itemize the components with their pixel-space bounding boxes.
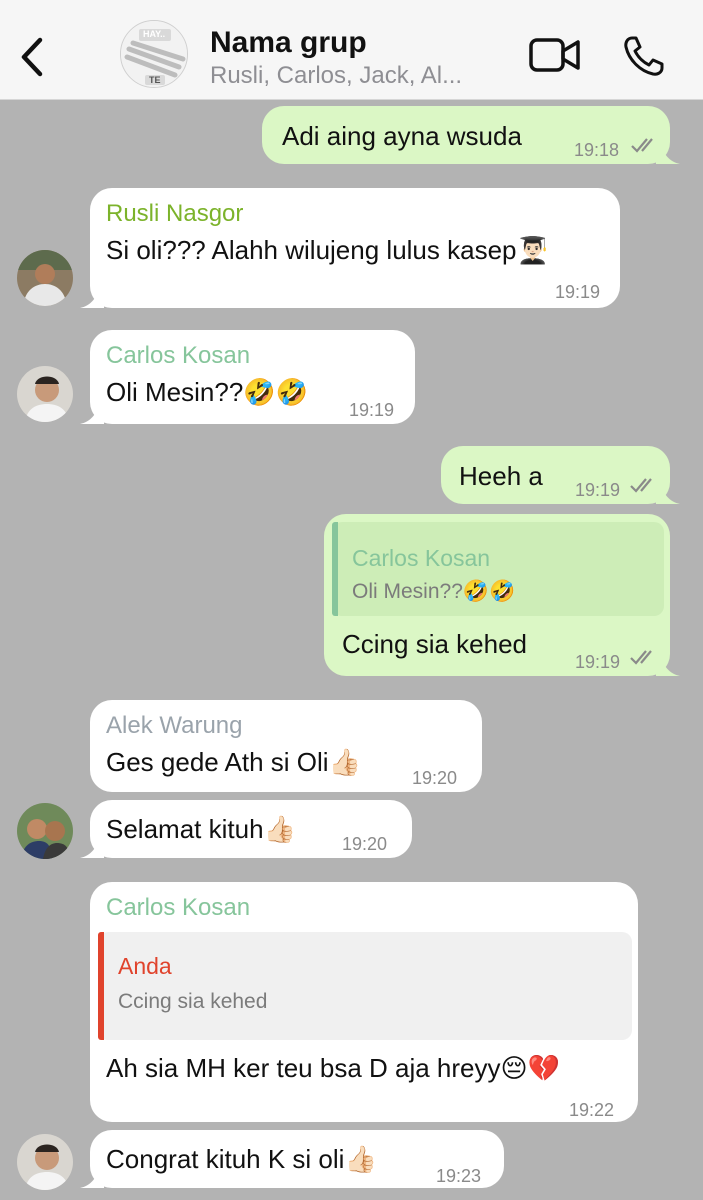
message-time: 19:23: [436, 1166, 482, 1186]
message-text: Ah sia MH ker teu bsa D aja hreyy😔💔: [106, 1053, 560, 1083]
message-time: 19:20: [342, 834, 388, 854]
quoted-sender: Carlos Kosan: [352, 545, 491, 571]
message-text: Si oli??? Alahh wilujeng lulus kasep👨🏻‍🎓: [106, 235, 549, 265]
message-bubble-incoming[interactable]: Selamat kituh👍🏻 19:20: [80, 800, 412, 858]
message-bubble-incoming[interactable]: Carlos Kosan Anda Ccing sia kehed Ah sia…: [90, 882, 638, 1122]
message-bubble-incoming[interactable]: Congrat kituh K si oli👍🏻 19:23: [80, 1130, 504, 1188]
quoted-message[interactable]: Anda Ccing sia kehed: [98, 932, 632, 1040]
bubble-tail: [656, 652, 680, 676]
bubble-tail: [80, 400, 104, 424]
sender-name[interactable]: Rusli Nasgor: [106, 198, 243, 230]
message-text: Heeh a: [459, 461, 543, 491]
avatar[interactable]: [17, 250, 73, 306]
double-check-icon: [630, 650, 652, 665]
message-text: Congrat kituh K si oli👍🏻: [106, 1144, 377, 1174]
message-text: Adi aing ayna wsuda: [282, 121, 522, 151]
sender-name[interactable]: Carlos Kosan: [106, 892, 250, 924]
message-time: 19:19: [575, 480, 621, 500]
phone-icon: [624, 36, 664, 76]
group-avatar[interactable]: HAY.. TE: [120, 20, 188, 88]
back-button[interactable]: [14, 32, 50, 82]
video-call-button[interactable]: [528, 36, 582, 76]
group-avatar-text-top: HAY..: [143, 29, 166, 39]
bubble-tail: [656, 480, 680, 504]
message-time: 19:22: [569, 1100, 615, 1120]
double-check-icon: [631, 138, 653, 153]
message-bubble-outgoing[interactable]: Adi aing ayna wsuda 19:18: [262, 106, 680, 164]
bubble-tail: [80, 1164, 104, 1188]
group-title[interactable]: Nama grup: [210, 26, 367, 60]
message-time: 19:19: [555, 282, 601, 302]
message-text: Ges gede Ath si Oli👍🏻: [106, 747, 361, 777]
sender-name[interactable]: Carlos Kosan: [106, 340, 250, 372]
bubble-tail: [80, 834, 104, 858]
quote-bar: [98, 932, 104, 1040]
quote-bar: [332, 522, 338, 616]
message-time: 19:18: [574, 140, 620, 160]
user-photo-icon: [17, 1134, 73, 1190]
bubble-tail: [80, 284, 104, 308]
group-members-subtitle[interactable]: Rusli, Carlos, Jack, Al...: [210, 62, 510, 90]
quoted-message[interactable]: Carlos Kosan Oli Mesin??🤣🤣: [332, 522, 664, 616]
group-avatar-text-bottom: TE: [149, 75, 161, 85]
message-time: 19:19: [349, 400, 395, 420]
message-bubble-outgoing[interactable]: Heeh a 19:19: [441, 446, 680, 504]
voice-call-button[interactable]: [622, 34, 666, 78]
message-time: 19:19: [575, 652, 621, 672]
user-photo-icon: [17, 250, 73, 306]
message-bubble-incoming[interactable]: Rusli Nasgor Si oli??? Alahh wilujeng lu…: [80, 188, 620, 308]
message-text: Selamat kituh👍🏻: [106, 814, 296, 844]
user-photo-icon: [17, 803, 73, 859]
message-text: Ccing sia kehed: [342, 629, 527, 659]
video-camera-icon: [529, 38, 580, 72]
message-text: Oli Mesin??🤣🤣: [106, 377, 309, 407]
double-check-icon: [630, 478, 652, 493]
message-bubble-incoming[interactable]: Alek Warung Ges gede Ath si Oli👍🏻 19:20: [90, 700, 482, 792]
chevron-left-icon: [21, 37, 43, 77]
quoted-text: Oli Mesin??🤣🤣: [352, 580, 516, 603]
message-time: 19:20: [412, 768, 458, 788]
message-bubble-incoming[interactable]: Carlos Kosan Oli Mesin??🤣🤣 19:19: [80, 330, 415, 424]
message-bubble-outgoing[interactable]: Carlos Kosan Oli Mesin??🤣🤣 Ccing sia keh…: [324, 514, 680, 676]
avatar[interactable]: [17, 803, 73, 859]
sender-name[interactable]: Alek Warung: [106, 710, 243, 742]
user-photo-icon: [17, 366, 73, 422]
avatar[interactable]: [17, 366, 73, 422]
avatar[interactable]: [17, 1134, 73, 1190]
chat-header: HAY.. TE Nama grup Rusli, Carlos, Jack, …: [0, 0, 703, 100]
quoted-sender: Anda: [118, 953, 172, 979]
quoted-text: Ccing sia kehed: [118, 990, 268, 1013]
